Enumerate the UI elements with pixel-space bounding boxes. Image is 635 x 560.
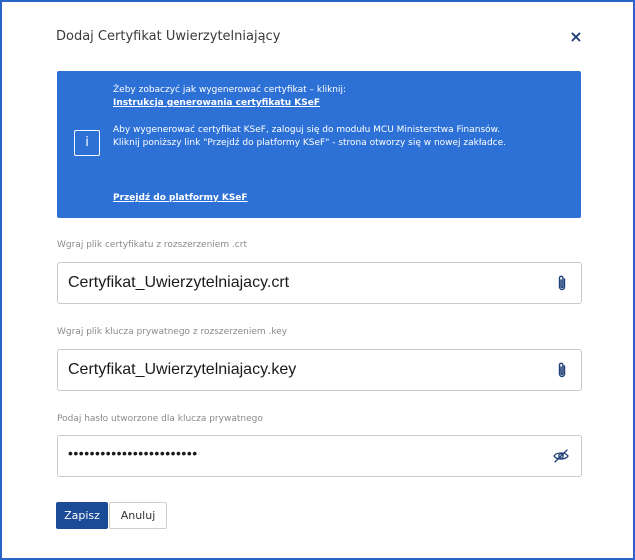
save-button[interactable]: Zapisz (56, 502, 108, 529)
password-field[interactable]: •••••••••••••••••••••••• (57, 435, 582, 477)
dialog: Dodaj Certyfikat Uwierzytelniający × i Ż… (0, 0, 635, 560)
info-icon: i (74, 130, 100, 156)
cancel-button[interactable]: Anuluj (109, 502, 167, 529)
paperclip-icon[interactable] (554, 274, 570, 292)
key-file-value: Certyfikat_Uwierzytelniajacy.key (68, 361, 297, 378)
paperclip-icon[interactable] (554, 361, 570, 379)
crt-file-field[interactable]: Certyfikat_Uwierzytelniajacy.crt (57, 262, 582, 304)
info-text-click: Kliknij poniższy link "Przejdź do platfo… (113, 138, 507, 148)
instruction-link[interactable]: Instrukcja generowania certyfikatu KSeF (113, 98, 320, 109)
crt-field-label: Wgraj plik certyfikatu z rozszerzeniem .… (57, 240, 247, 250)
password-value: •••••••••••••••••••••••• (68, 445, 198, 461)
key-file-field[interactable]: Certyfikat_Uwierzytelniajacy.key (57, 349, 582, 391)
key-field-label: Wgraj plik klucza prywatnego z rozszerze… (57, 327, 288, 337)
info-text-instruction: Żeby zobaczyć jak wygenerować certyfikat… (113, 85, 347, 95)
dialog-title: Dodaj Certyfikat Uwierzytelniający (56, 29, 281, 44)
eye-off-icon[interactable] (552, 447, 570, 465)
ksef-platform-link[interactable]: Przejdź do platformy KSeF (113, 193, 248, 204)
info-text-login: Aby wygenerować certyfikat KSeF, zaloguj… (113, 125, 501, 135)
info-banner: i Żeby zobaczyć jak wygenerować certyfik… (57, 71, 581, 218)
password-field-label: Podaj hasło utworzone dla klucza prywatn… (57, 414, 263, 424)
close-icon[interactable]: × (568, 29, 584, 45)
crt-file-value: Certyfikat_Uwierzytelniajacy.crt (68, 274, 290, 291)
